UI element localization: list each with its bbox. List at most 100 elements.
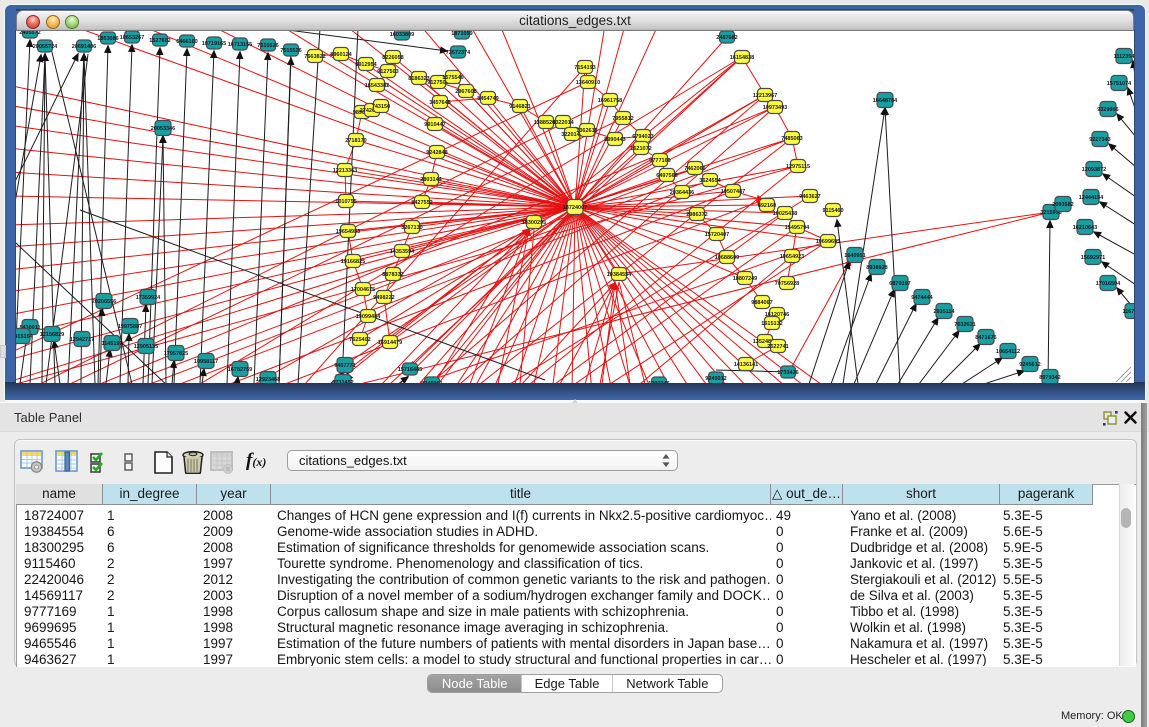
svg-text:18300295: 18300295 xyxy=(522,220,546,226)
svg-text:2487682: 2487682 xyxy=(716,35,737,41)
svg-text:10653267: 10653267 xyxy=(120,35,144,41)
svg-text:12156829: 12156829 xyxy=(40,332,64,338)
svg-text:8990443: 8990443 xyxy=(604,137,625,143)
svg-text:15495794: 15495794 xyxy=(785,225,810,231)
svg-text:19384554: 19384554 xyxy=(607,272,632,278)
svg-text:16543382: 16543382 xyxy=(365,83,389,89)
svg-text:20206556: 20206556 xyxy=(92,299,116,305)
svg-text:10025438: 10025438 xyxy=(773,211,797,217)
svg-text:16713155: 16713155 xyxy=(228,42,252,48)
svg-text:17004675: 17004675 xyxy=(351,287,375,293)
svg-text:7955812: 7955812 xyxy=(612,116,633,122)
svg-text:9498222: 9498222 xyxy=(373,295,394,301)
svg-text:1871059: 1871059 xyxy=(451,31,472,37)
svg-text:7632621: 7632621 xyxy=(954,322,975,328)
svg-text:2803144: 2803144 xyxy=(420,177,442,183)
svg-text:20055724: 20055724 xyxy=(33,44,58,50)
svg-text:1621072: 1621072 xyxy=(630,146,651,152)
svg-text:9127503: 9127503 xyxy=(377,69,398,75)
svg-text:17359924: 17359924 xyxy=(136,295,161,301)
svg-text:2718170: 2718170 xyxy=(345,138,366,144)
svg-text:16648784: 16648784 xyxy=(873,98,898,104)
svg-text:9910447: 9910447 xyxy=(424,122,445,128)
svg-text:18724007: 18724007 xyxy=(563,205,587,211)
svg-text:16782759: 16782759 xyxy=(228,367,252,373)
svg-text:1362615: 1362615 xyxy=(576,128,597,134)
svg-text:19099484: 19099484 xyxy=(356,314,381,320)
svg-text:73572374: 73572374 xyxy=(446,50,471,56)
svg-text:1615132: 1615132 xyxy=(761,321,782,327)
svg-text:20364436: 20364436 xyxy=(670,190,694,196)
svg-text:14353594: 14353594 xyxy=(390,249,415,255)
svg-text:2093582: 2093582 xyxy=(1052,202,1073,208)
svg-text:12942717: 12942717 xyxy=(70,337,94,343)
svg-text:1527602: 1527602 xyxy=(149,38,170,44)
svg-text:9884067: 9884067 xyxy=(751,300,772,306)
svg-text:9242848: 9242848 xyxy=(426,150,447,156)
svg-text:20053346: 20053346 xyxy=(151,126,175,132)
svg-text:9245612: 9245612 xyxy=(1019,362,1040,368)
svg-text:9329966: 9329966 xyxy=(1097,107,1118,113)
svg-text:2986372: 2986372 xyxy=(686,212,707,218)
svg-text:16961758: 16961758 xyxy=(598,98,622,104)
svg-text:20691406: 20691406 xyxy=(72,44,96,50)
svg-text:6879197: 6879197 xyxy=(889,281,910,287)
svg-text:15716485: 15716485 xyxy=(398,367,422,373)
svg-text:13640910: 13640910 xyxy=(576,80,600,86)
svg-text:12213363: 12213363 xyxy=(333,168,357,174)
svg-text:7515526: 7515526 xyxy=(257,43,278,49)
svg-text:16914479: 16914479 xyxy=(378,340,402,346)
svg-text:8960124: 8960124 xyxy=(330,52,352,58)
svg-text:17016504: 17016504 xyxy=(1096,281,1121,287)
svg-text:16210643: 16210643 xyxy=(1073,225,1097,231)
svg-text:9245961: 9245961 xyxy=(421,381,442,383)
svg-text:9146821: 9146821 xyxy=(509,104,530,110)
svg-text:8979342: 8979342 xyxy=(1039,375,1060,381)
svg-text:16154838: 16154838 xyxy=(730,55,754,61)
svg-text:19975887: 19975887 xyxy=(118,324,142,330)
svg-text:1733426: 1733426 xyxy=(777,370,798,376)
svg-text:1853086: 1853086 xyxy=(97,36,118,42)
svg-text:12093872: 12093872 xyxy=(1082,167,1106,173)
svg-text:9731452: 9731452 xyxy=(332,380,353,383)
svg-text:3915154: 3915154 xyxy=(16,334,34,340)
svg-text:8226058: 8226058 xyxy=(382,55,403,61)
svg-text:19654923: 19654923 xyxy=(780,254,804,260)
svg-text:1145197: 1145197 xyxy=(101,341,122,347)
svg-text:2522741: 2522741 xyxy=(767,344,788,350)
svg-text:16033809: 16033809 xyxy=(390,32,414,38)
svg-text:12213967: 12213967 xyxy=(753,93,777,99)
svg-text:9245012: 9245012 xyxy=(705,376,726,382)
svg-text:10688609: 10688609 xyxy=(715,255,739,261)
svg-text:3267130: 3267130 xyxy=(401,225,422,231)
svg-text:8454749: 8454749 xyxy=(477,96,498,102)
svg-text:7485063: 7485063 xyxy=(781,136,802,142)
svg-text:8878332: 8878332 xyxy=(382,272,403,278)
svg-text:18807249: 18807249 xyxy=(733,276,757,282)
svg-text:19654953: 19654953 xyxy=(336,229,360,235)
svg-text:9457771: 9457771 xyxy=(334,363,355,369)
svg-text:8322014: 8322014 xyxy=(552,120,574,126)
svg-text:1575546: 1575546 xyxy=(442,75,463,81)
svg-text:19166825: 19166825 xyxy=(341,259,365,265)
svg-text:7462066: 7462066 xyxy=(684,166,705,172)
svg-text:3457645: 3457645 xyxy=(429,100,450,106)
svg-text:10507487: 10507487 xyxy=(721,189,745,195)
svg-text:7515526: 7515526 xyxy=(280,48,301,54)
svg-text:7625402: 7625402 xyxy=(349,337,370,343)
svg-text:892160: 892160 xyxy=(758,203,776,209)
svg-text:17957825: 17957825 xyxy=(164,351,188,357)
svg-text:10973493: 10973493 xyxy=(763,105,787,111)
svg-text:10958117: 10958117 xyxy=(194,359,218,365)
svg-text:2935114: 2935114 xyxy=(933,309,955,315)
svg-text:9777169: 9777169 xyxy=(649,158,670,164)
svg-text:6794023: 6794023 xyxy=(632,134,653,140)
svg-text:6497568: 6497568 xyxy=(656,173,677,179)
svg-text:1112354: 1112354 xyxy=(1114,54,1134,60)
svg-text:7663822: 7663822 xyxy=(304,54,325,60)
svg-text:12975115: 12975115 xyxy=(786,164,810,170)
svg-text:6466160: 6466160 xyxy=(176,39,197,45)
svg-text:12444154: 12444154 xyxy=(1079,195,1104,201)
svg-text:1167534: 1167534 xyxy=(1122,309,1134,315)
svg-text:8471676: 8471676 xyxy=(975,335,996,341)
